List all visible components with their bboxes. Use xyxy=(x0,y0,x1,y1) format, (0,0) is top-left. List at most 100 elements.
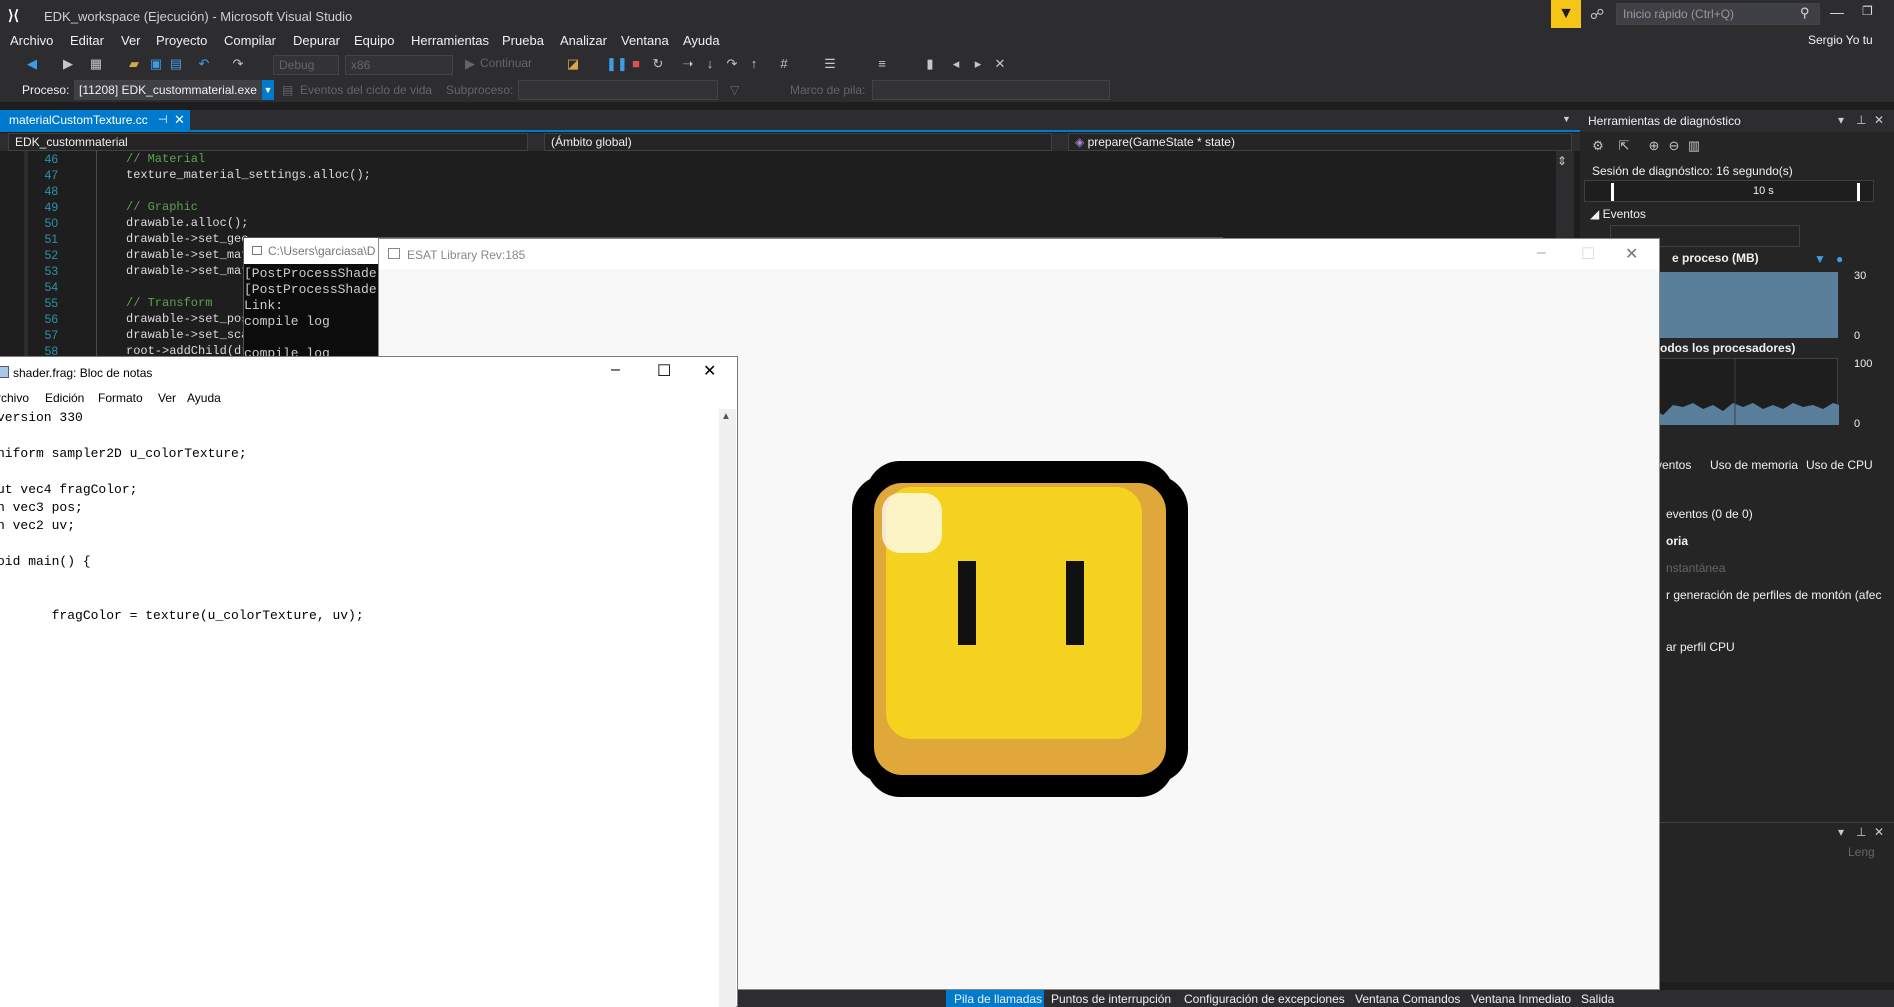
restart-icon[interactable]: ↻ xyxy=(650,56,666,72)
split-window-icon[interactable]: ⇕ xyxy=(1557,154,1567,168)
minimize-button[interactable]: — xyxy=(1830,4,1844,20)
close-icon[interactable]: ✕ xyxy=(1874,825,1884,839)
menu-editar[interactable]: Editar xyxy=(70,32,104,50)
member-select[interactable]: ◈ prepare(GameState * state) xyxy=(1068,133,1572,151)
menu-archivo[interactable]: Archivo xyxy=(10,32,53,50)
notepad-text-area[interactable]: version 330 niform sampler2D u_colorTextu… xyxy=(0,409,719,1007)
feedback-icon[interactable]: ☍ xyxy=(1590,6,1604,23)
menu-edicion[interactable]: Edición xyxy=(45,391,84,405)
events-section-header[interactable]: ◢ Eventos xyxy=(1590,207,1646,221)
close-icon[interactable]: ✕ xyxy=(1874,113,1884,127)
tab-exception-settings[interactable]: Configuración de excepciones xyxy=(1184,992,1345,1006)
stop-icon[interactable]: ■ xyxy=(628,56,644,72)
tab-output[interactable]: Salida xyxy=(1581,992,1614,1006)
open-file-icon[interactable]: ▰ xyxy=(126,56,142,72)
pin-icon[interactable]: ⊥ xyxy=(1856,825,1866,839)
pause-icon[interactable]: ❚❚ xyxy=(606,56,628,72)
close-button[interactable]: ✕ xyxy=(703,361,716,381)
tab-command-window[interactable]: Ventana Comandos xyxy=(1355,992,1460,1006)
take-snapshot-button[interactable]: nstantánea xyxy=(1666,561,1725,575)
notification-filter-icon[interactable]: ▼ xyxy=(1551,0,1581,28)
lifecycle-events-icon[interactable]: ▤ xyxy=(282,83,293,97)
close-icon[interactable]: ✕ xyxy=(174,112,185,128)
lifecycle-events-button[interactable]: Eventos del ciclo de vida xyxy=(300,83,432,97)
tab-cpu-usage[interactable]: Uso de CPU xyxy=(1806,458,1873,472)
reset-view-icon[interactable]: ▥ xyxy=(1686,138,1702,154)
platform-select[interactable]: x86 xyxy=(345,55,453,75)
timeline-handle[interactable] xyxy=(1857,183,1860,201)
new-project-icon[interactable]: ▦ xyxy=(88,56,104,72)
show-next-statement-icon[interactable]: ➝ xyxy=(680,56,696,72)
zoom-in-icon[interactable]: ⊕ xyxy=(1646,138,1662,154)
save-icon[interactable]: ▣ xyxy=(148,56,164,72)
menu-equipo[interactable]: Equipo xyxy=(354,32,394,50)
menu-archivo[interactable]: rchivo xyxy=(0,391,29,405)
bookmark-next-icon[interactable]: ▸ xyxy=(970,56,986,72)
search-icon[interactable]: ⚲ xyxy=(1800,5,1810,21)
notepad-scrollbar[interactable] xyxy=(719,409,736,1007)
quick-launch-input[interactable]: Inicio rápido (Ctrl+Q) xyxy=(1616,3,1820,25)
step-out-icon[interactable]: ↑ xyxy=(746,56,762,72)
filter-icon[interactable]: ▽ xyxy=(730,83,739,97)
chevron-down-icon[interactable]: ▼ xyxy=(262,80,274,100)
menu-proyecto[interactable]: Proyecto xyxy=(156,32,207,50)
column-header-language[interactable]: Leng xyxy=(1848,845,1875,859)
tab-memory-usage[interactable]: Uso de memoria xyxy=(1710,458,1798,472)
chevron-down-icon[interactable]: ▾ xyxy=(1838,825,1844,839)
close-button[interactable]: ✕ xyxy=(1625,244,1638,264)
step-over-icon[interactable]: ↷ xyxy=(724,56,740,72)
thread-select[interactable] xyxy=(518,80,718,100)
timeline-ruler[interactable]: 10 s xyxy=(1584,180,1874,202)
threads-icon[interactable]: ☰ xyxy=(822,56,838,72)
save-all-icon[interactable]: ▤ xyxy=(168,56,184,72)
bookmark-prev-icon[interactable]: ◂ xyxy=(948,56,964,72)
restore-button[interactable]: ❐ xyxy=(1862,4,1873,18)
heap-profiling-checkbox[interactable]: r generación de perfiles de montón (afec xyxy=(1666,588,1881,602)
notepad-window[interactable]: shader.frag: Bloc de notas – ☐ ✕ rchivo … xyxy=(0,356,738,1007)
menu-compilar[interactable]: Compilar xyxy=(224,32,276,50)
timeline-handle[interactable] xyxy=(1611,183,1614,201)
bookmark-clear-icon[interactable]: ✕ xyxy=(992,56,1008,72)
menu-depurar[interactable]: Depurar xyxy=(293,32,340,50)
user-account[interactable]: Sergio Yo tu xyxy=(1808,33,1873,47)
minimize-button[interactable]: – xyxy=(1537,244,1546,262)
project-select[interactable]: EDK_custommaterial xyxy=(8,133,528,151)
back-icon[interactable]: ◀ xyxy=(24,56,40,72)
scope-select[interactable]: (Ámbito global) xyxy=(544,133,1052,151)
minimize-button[interactable]: – xyxy=(611,361,620,379)
forward-icon[interactable]: ▶ xyxy=(60,56,76,72)
comment-icon[interactable]: ≡ xyxy=(874,56,890,72)
scroll-up-icon[interactable]: ▲ xyxy=(721,411,731,422)
settings-icon[interactable]: ⚙ xyxy=(1590,138,1606,154)
menu-ver[interactable]: Ver xyxy=(121,32,141,50)
process-select[interactable]: [11208] EDK_custommaterial.exe xyxy=(74,80,266,100)
undo-icon[interactable]: ↶ xyxy=(196,56,212,72)
configuration-select[interactable]: Debug xyxy=(273,55,339,75)
tab-immediate-window[interactable]: Ventana Inmediato xyxy=(1471,992,1571,1006)
tab-events[interactable]: ventos xyxy=(1656,458,1691,472)
menu-ayuda[interactable]: Ayuda xyxy=(683,32,720,50)
menu-ventana[interactable]: Ventana xyxy=(621,32,669,50)
pin-icon[interactable]: ⊥ xyxy=(1856,113,1866,127)
continue-play-icon[interactable]: ▶ xyxy=(462,56,478,72)
diagnostic-icon[interactable]: ◪ xyxy=(565,56,581,72)
record-cpu-profile-button[interactable]: ar perfil CPU xyxy=(1666,640,1735,654)
export-icon[interactable]: ⇱ xyxy=(1616,138,1632,154)
snapshot-marker-icon[interactable]: ● xyxy=(1836,252,1843,266)
chevron-down-icon[interactable]: ▾ xyxy=(1838,113,1844,127)
hex-display-icon[interactable]: # xyxy=(776,56,792,72)
step-into-icon[interactable]: ↓ xyxy=(702,56,718,72)
filter-marker-icon[interactable]: ▼ xyxy=(1814,252,1826,266)
maximize-button[interactable]: ☐ xyxy=(657,361,671,381)
redo-icon[interactable]: ↷ xyxy=(230,56,246,72)
menu-ver[interactable]: Ver xyxy=(158,391,176,405)
menu-analizar[interactable]: Analizar xyxy=(560,32,607,50)
tab-call-stack[interactable]: Pila de llamadas xyxy=(954,992,1042,1006)
maximize-button[interactable]: ☐ xyxy=(1581,244,1595,264)
pin-icon[interactable]: ⊣ xyxy=(158,113,168,126)
menu-formato[interactable]: Formato xyxy=(98,391,143,405)
menu-ayuda[interactable]: Ayuda xyxy=(187,391,221,405)
zoom-out-icon[interactable]: ⊖ xyxy=(1666,138,1682,154)
bookmark-icon[interactable]: ▮ xyxy=(922,56,938,72)
tab-list-dropdown-icon[interactable]: ▼ xyxy=(1562,114,1571,124)
